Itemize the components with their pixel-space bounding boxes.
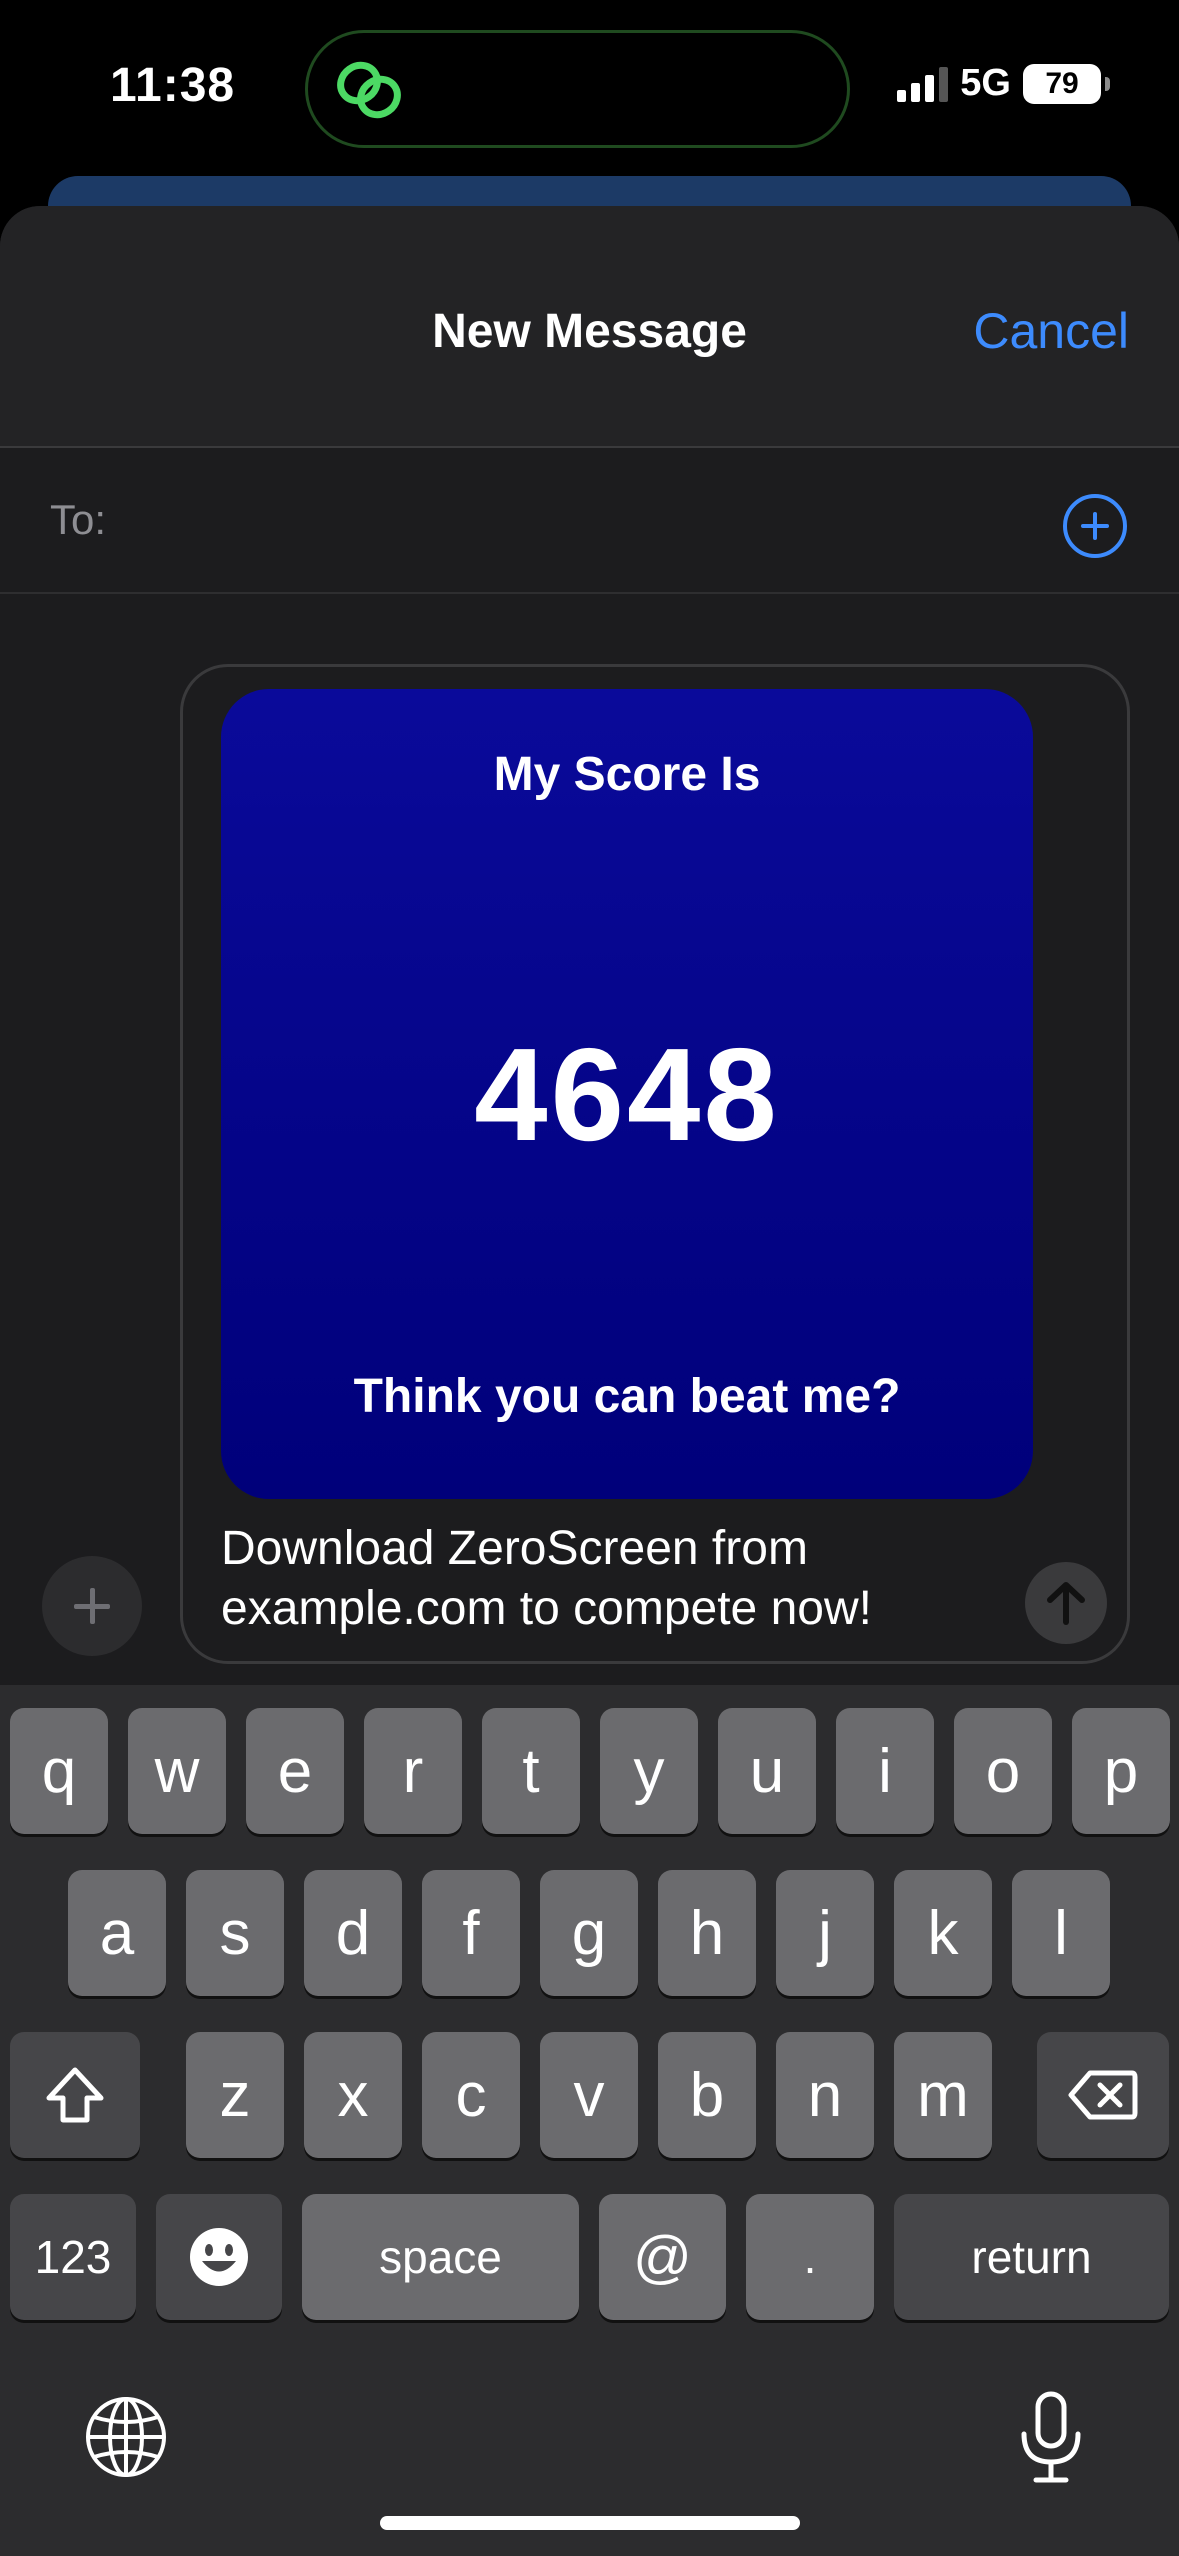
arrow-up-icon (1047, 1582, 1085, 1625)
plus-circle-icon[interactable] (1063, 494, 1127, 558)
key-o[interactable]: o (954, 1708, 1052, 1834)
screen: 11:38 5G 79 New Message Cancel To: My Sc… (0, 0, 1179, 2556)
key-t[interactable]: t (482, 1708, 580, 1834)
network-label: 5G (960, 62, 1011, 104)
key-j[interactable]: j (776, 1870, 874, 1996)
key-m[interactable]: m (894, 2032, 992, 2158)
cancel-button[interactable]: Cancel (973, 302, 1129, 360)
send-button[interactable] (1025, 1562, 1107, 1644)
signal-icon (897, 66, 949, 102)
battery-level: 79 (1045, 66, 1079, 100)
key-y[interactable]: y (600, 1708, 698, 1834)
key-b[interactable]: b (658, 2032, 756, 2158)
dynamic-island[interactable] (305, 30, 850, 148)
message-text[interactable]: Download ZeroScreen from example.com to … (221, 1519, 1001, 1639)
key-w[interactable]: w (128, 1708, 226, 1834)
globe-icon[interactable] (84, 2395, 168, 2479)
status-time: 11:38 (110, 59, 236, 112)
key-f[interactable]: f (422, 1870, 520, 1996)
delete-key[interactable] (1037, 2032, 1169, 2158)
emoji-key[interactable] (156, 2194, 282, 2320)
shift-icon (46, 2067, 104, 2123)
key-s[interactable]: s (186, 1870, 284, 1996)
key-v[interactable]: v (540, 2032, 638, 2158)
shift-key[interactable] (10, 2032, 140, 2158)
score-value: 4648 (474, 1021, 780, 1168)
key-d[interactable]: d (304, 1870, 402, 1996)
at-key[interactable]: @ (599, 2194, 726, 2320)
backspace-icon (1068, 2070, 1138, 2120)
microphone-icon[interactable] (1016, 2390, 1086, 2486)
key-i[interactable]: i (836, 1708, 934, 1834)
home-indicator[interactable] (380, 2516, 800, 2530)
keyboard: qwertyuiop asdfghjkl zxcvbnm 123 space @… (0, 1685, 1179, 2556)
key-h[interactable]: h (658, 1870, 756, 1996)
score-tagline: Think you can beat me? (353, 1370, 901, 1423)
link-icon (337, 61, 401, 119)
key-u[interactable]: u (718, 1708, 816, 1834)
recipient-field[interactable]: To: (0, 450, 1179, 594)
sheet-header: New Message Cancel (0, 206, 1179, 448)
key-p[interactable]: p (1072, 1708, 1170, 1834)
key-x[interactable]: x (304, 2032, 402, 2158)
key-z[interactable]: z (186, 2032, 284, 2158)
plus-icon[interactable] (42, 1556, 142, 1656)
key-e[interactable]: e (246, 1708, 344, 1834)
score-heading: My Score Is (493, 748, 761, 801)
battery-icon: 79 (1023, 63, 1110, 104)
status-indicators: 5G 79 (897, 62, 1110, 105)
key-r[interactable]: r (364, 1708, 462, 1834)
message-compose-field[interactable]: My Score Is 4648 Think you can beat me? … (180, 664, 1130, 1664)
key-q[interactable]: q (10, 1708, 108, 1834)
numbers-key[interactable]: 123 (10, 2194, 136, 2320)
key-c[interactable]: c (422, 2032, 520, 2158)
key-g[interactable]: g (540, 1870, 638, 1996)
key-l[interactable]: l (1012, 1870, 1110, 1996)
key-a[interactable]: a (68, 1870, 166, 1996)
space-key[interactable]: space (302, 2194, 579, 2320)
return-key[interactable]: return (894, 2194, 1169, 2320)
score-card-image[interactable]: My Score Is 4648 Think you can beat me? (221, 689, 1033, 1499)
dot-key[interactable]: . (746, 2194, 874, 2320)
to-label: To: (50, 496, 107, 543)
key-n[interactable]: n (776, 2032, 874, 2158)
emoji-icon (190, 2228, 248, 2286)
key-k[interactable]: k (894, 1870, 992, 1996)
